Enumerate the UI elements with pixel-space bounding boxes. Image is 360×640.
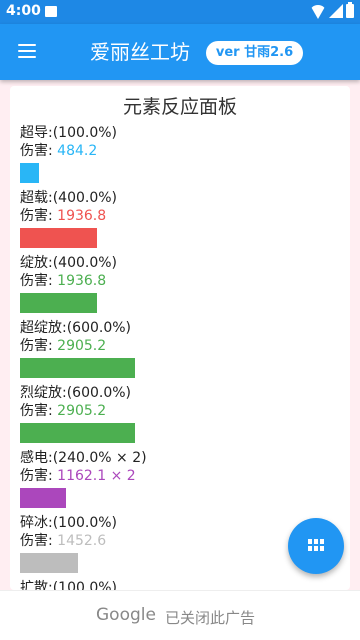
grid-fab-button[interactable] [288, 518, 344, 574]
damage-value: 2905.2 [57, 338, 107, 354]
damage-value: 1162.1 × 2 [57, 468, 136, 484]
damage-label: 伤害: [20, 338, 58, 354]
reaction-name: 绽放:(400.0%) [20, 255, 118, 271]
ad-closed-label: 已关闭此广告 [165, 609, 256, 627]
status-bar: 4:00 [0, 0, 360, 24]
damage-label: 伤害: [20, 533, 58, 549]
damage-bar [20, 228, 97, 248]
damage-bar [20, 423, 135, 443]
reaction-item: 绽放:(400.0%) 伤害: 1936.8 [20, 254, 340, 313]
reaction-name: 超绽放:(600.0%) [20, 320, 132, 336]
damage-label: 伤害: [20, 208, 58, 224]
grid-icon [308, 539, 324, 553]
damage-label: 伤害: [20, 273, 58, 289]
damage-value: 2905.2 [57, 403, 107, 419]
status-icons [310, 2, 354, 19]
damage-value: 484.2 [57, 143, 98, 159]
battery-icon [346, 2, 354, 18]
signal-icon [329, 4, 343, 18]
damage-bar [20, 293, 97, 313]
reaction-item: 烈绽放:(600.0%) 伤害: 2905.2 [20, 384, 340, 443]
damage-bar [20, 553, 78, 573]
panel-title: 元素反应面板 [122, 96, 237, 118]
reaction-panel: 元素反应面板 超导:(100.0%) 伤害: 484.2 超载:(400.0%) 伤害… [10, 86, 350, 590]
app-bar: 爱丽丝工坊 ver 甘雨2.6 [0, 24, 360, 80]
reaction-name: 超载:(400.0%) [20, 190, 118, 206]
reaction-name: 感电:(240.0% × 2) [20, 450, 147, 466]
image-notification-icon [45, 6, 57, 17]
version-badge[interactable]: ver 甘雨2.6 [206, 41, 303, 65]
damage-bar [20, 488, 66, 508]
reaction-damage: 伤害: 484.2 [20, 142, 340, 160]
reaction-item: 感电:(240.0% × 2) 伤害: 1162.1 × 2 [20, 449, 340, 508]
reaction-damage: 伤害: 1936.8 [20, 272, 340, 290]
app-title: 爱丽丝工坊 [90, 40, 190, 64]
damage-label: 伤害: [20, 403, 58, 419]
status-time: 4:00 [6, 3, 41, 19]
damage-value: 1936.8 [57, 273, 107, 289]
reaction-item: 超绽放:(600.0%) 伤害: 2905.2 [20, 319, 340, 378]
reaction-damage: 伤害: 2905.2 [20, 337, 340, 355]
damage-value: 1936.8 [57, 208, 107, 224]
reaction-name: 超导:(100.0%) [20, 125, 118, 141]
damage-label: 伤害: [20, 143, 58, 159]
reaction-item: 超导:(100.0%) 伤害: 484.2 [20, 124, 340, 183]
menu-icon[interactable] [18, 44, 36, 58]
reaction-item: 超载:(400.0%) 伤害: 1936.8 [20, 189, 340, 248]
reaction-damage: 伤害: 1936.8 [20, 207, 340, 225]
ad-banner: Google 已关闭此广告 [0, 590, 360, 640]
google-logo: Google [96, 605, 156, 625]
reaction-name: 扩散:(100.0%) [20, 580, 118, 590]
wifi-icon [310, 5, 326, 19]
damage-bar [20, 358, 135, 378]
reaction-item: 扩散:(100.0%) [20, 579, 340, 590]
reaction-damage: 伤害: 2905.2 [20, 402, 340, 420]
damage-bar [20, 163, 39, 183]
damage-value: 1452.6 [57, 533, 107, 549]
reaction-damage: 伤害: 1162.1 × 2 [20, 467, 340, 485]
reaction-name: 烈绽放:(600.0%) [20, 385, 132, 401]
damage-label: 伤害: [20, 468, 58, 484]
